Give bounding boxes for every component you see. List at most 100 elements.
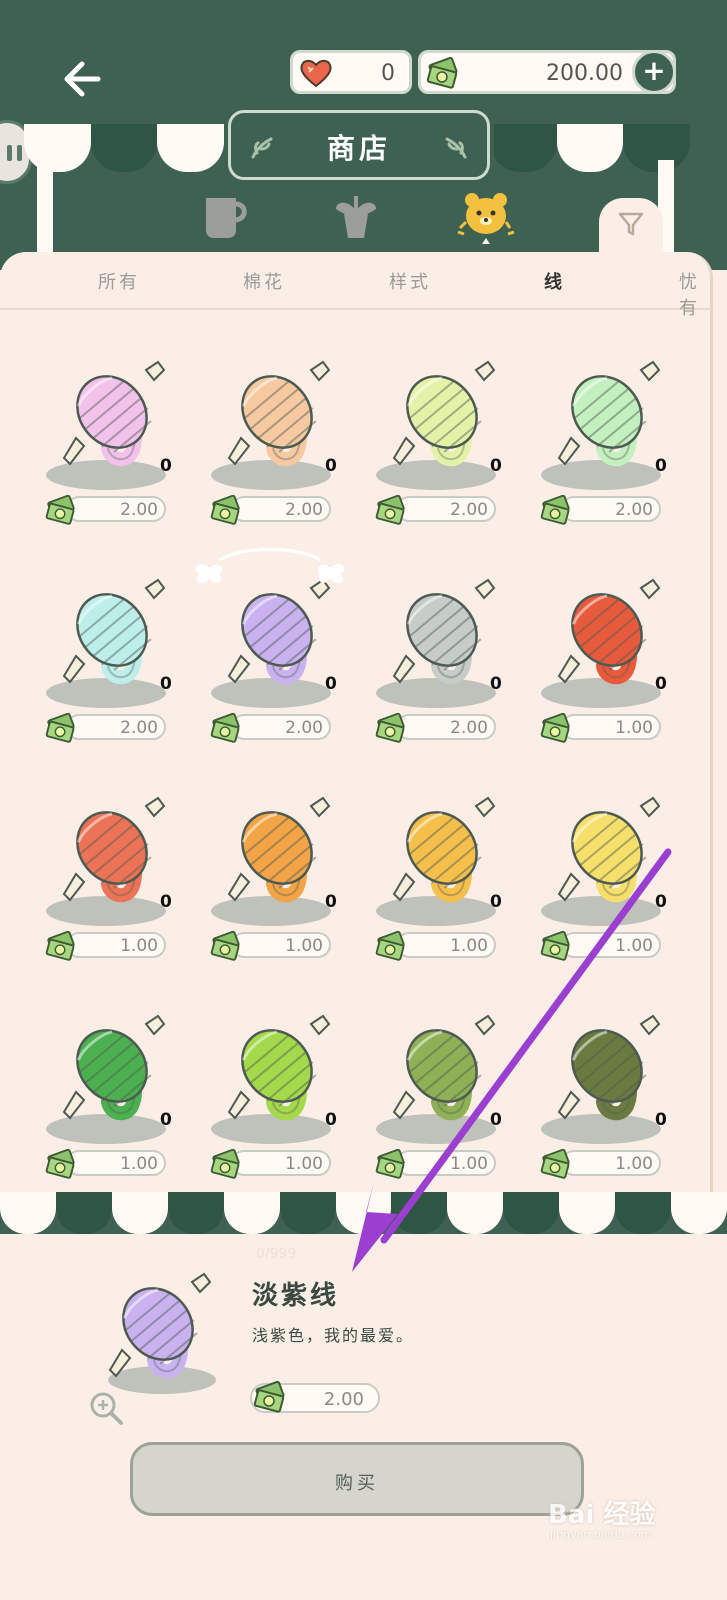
item-price-value: 1.00 xyxy=(615,936,653,956)
awning-pillar xyxy=(37,160,53,255)
money-icon xyxy=(540,930,570,961)
shop-item[interactable]: 0 1.00 xyxy=(205,1010,365,1192)
cup-icon xyxy=(206,198,247,238)
money-icon xyxy=(210,1148,240,1179)
bear-icon xyxy=(457,193,515,244)
subtab-more[interactable]: 忧有 xyxy=(679,268,710,320)
money-icon xyxy=(210,494,240,525)
item-price: 2.00 xyxy=(396,496,496,522)
item-price: 2.00 xyxy=(66,496,166,522)
money-icon xyxy=(540,712,570,743)
item-price: 2.00 xyxy=(66,714,166,740)
subtab-cotton[interactable]: 棉花 xyxy=(243,268,285,294)
shop-item[interactable]: 0 2.00 xyxy=(535,356,695,556)
item-price-value: 2.00 xyxy=(615,500,653,520)
item-price-value: 1.00 xyxy=(615,718,653,738)
item-count: 0 xyxy=(490,674,502,694)
money-icon xyxy=(45,1148,75,1179)
item-price-value: 1.00 xyxy=(120,1154,158,1174)
thread-spool-icon xyxy=(62,360,166,467)
stock-counter: 0/999 xyxy=(256,1246,297,1262)
item-count: 0 xyxy=(655,456,667,476)
item-price: 1.00 xyxy=(231,932,331,958)
shop-item[interactable]: 0 1.00 xyxy=(40,792,200,992)
money-icon xyxy=(210,930,240,961)
thread-spool-icon xyxy=(227,360,331,467)
shop-item[interactable]: 0 2.00 xyxy=(370,356,530,556)
sound-bar-icon xyxy=(7,145,12,161)
thread-spool-icon xyxy=(557,1014,661,1121)
shop-item[interactable]: 0 2.00 xyxy=(370,574,530,774)
tab-plant[interactable] xyxy=(326,188,386,244)
shop-title-plate: 商店 xyxy=(228,110,490,180)
thread-spool-icon xyxy=(62,578,166,685)
plant-icon xyxy=(335,196,377,238)
subtab-thread[interactable]: 线 xyxy=(544,268,565,294)
buy-button-label: 购买 xyxy=(335,1473,379,1494)
item-price-value: 1.00 xyxy=(450,1154,488,1174)
shop-item[interactable]: 0 1.00 xyxy=(370,1010,530,1192)
item-price: 1.00 xyxy=(561,932,661,958)
item-price: 2.00 xyxy=(231,496,331,522)
item-count: 0 xyxy=(160,674,172,694)
item-count: 0 xyxy=(655,1110,667,1130)
tab-bear[interactable] xyxy=(456,188,516,244)
buy-button[interactable]: 购买 xyxy=(130,1442,584,1516)
item-price: 2.00 xyxy=(561,496,661,522)
shop-item[interactable]: 0 1.00 xyxy=(535,574,695,774)
filter-button[interactable] xyxy=(599,198,663,258)
sound-bar-icon xyxy=(17,145,22,161)
shop-item[interactable]: 0 1.00 xyxy=(40,1010,200,1192)
shop-panel: 所有 棉花 样式 线 忧有 0 2.00 0 2.00 0 2.00 0 2.00 0 2.00 0… xyxy=(0,252,713,1192)
item-count: 0 xyxy=(325,674,337,694)
shop-item[interactable]: 0 1.00 xyxy=(205,792,365,992)
thread-spool-icon xyxy=(392,578,496,685)
item-price: 1.00 xyxy=(396,932,496,958)
money-icon xyxy=(45,494,75,525)
subtab-all[interactable]: 所有 xyxy=(98,268,140,294)
item-price: 2.00 xyxy=(231,714,331,740)
shop-item[interactable]: 0 1.00 xyxy=(535,792,695,992)
thread-spool-icon xyxy=(62,796,166,903)
watermark: Bai 经验 jingyan.baidu.com xyxy=(548,1494,678,1544)
thread-spool-icon xyxy=(392,1014,496,1121)
item-description: 浅紫色，我的最爱。 xyxy=(252,1326,415,1345)
item-price: 1.00 xyxy=(396,1150,496,1176)
item-count: 0 xyxy=(325,1110,337,1130)
item-count: 0 xyxy=(655,892,667,912)
item-price: 2.00 xyxy=(396,714,496,740)
money-icon xyxy=(375,1148,405,1179)
back-arrow-icon[interactable] xyxy=(58,54,108,104)
leaf-icon xyxy=(445,137,467,159)
item-price: 1.00 xyxy=(231,1150,331,1176)
hearts-value: 0 xyxy=(381,61,395,86)
shop-item[interactable]: 0 2.00 xyxy=(205,356,365,556)
subtab-style[interactable]: 样式 xyxy=(389,268,431,294)
thread-spool-icon xyxy=(392,796,496,903)
shop-item[interactable]: 0 1.00 xyxy=(535,1010,695,1192)
add-money-button[interactable]: + xyxy=(632,50,676,94)
tab-cup[interactable] xyxy=(194,188,254,244)
heart-icon xyxy=(300,59,332,88)
thread-spool-icon xyxy=(108,1272,212,1379)
item-count: 0 xyxy=(325,892,337,912)
money-icon xyxy=(426,57,458,89)
item-price-value: 1.00 xyxy=(120,936,158,956)
thread-spool-icon xyxy=(557,578,661,685)
item-price-value: 2.00 xyxy=(285,718,323,738)
zoom-icon[interactable] xyxy=(88,1390,124,1426)
shop-item[interactable]: 0 2.00 xyxy=(205,574,365,774)
item-count: 0 xyxy=(160,1110,172,1130)
money-icon xyxy=(375,712,405,743)
thread-spool-icon xyxy=(392,360,496,467)
shop-item[interactable]: 0 2.00 xyxy=(40,574,200,774)
thread-spool-icon xyxy=(227,1014,331,1121)
shop-item[interactable]: 0 2.00 xyxy=(40,356,200,556)
thread-spool-icon xyxy=(557,796,661,903)
money-icon xyxy=(45,712,75,743)
money-icon xyxy=(45,930,75,961)
shop-item[interactable]: 0 1.00 xyxy=(370,792,530,992)
item-count: 0 xyxy=(655,674,667,694)
thread-spool-icon xyxy=(62,1014,166,1121)
item-count: 0 xyxy=(490,892,502,912)
